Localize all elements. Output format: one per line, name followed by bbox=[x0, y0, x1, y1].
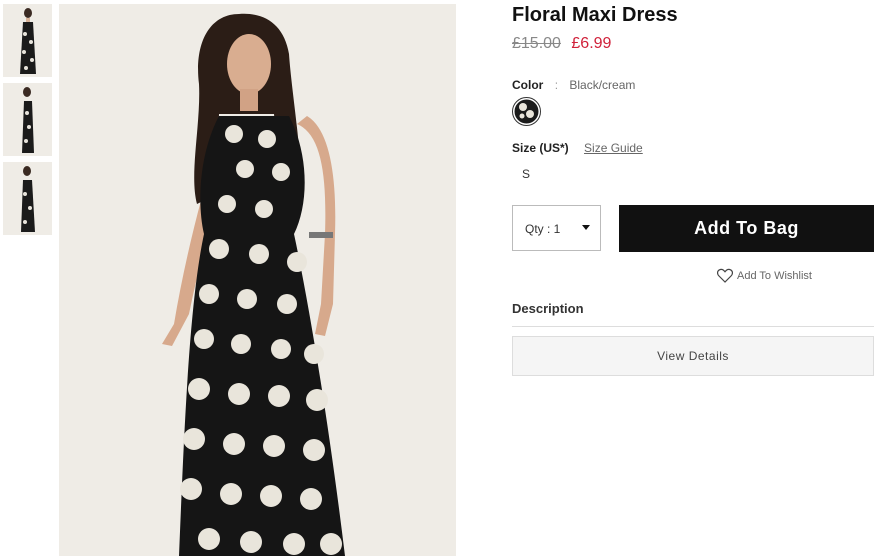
add-to-bag-button[interactable]: Add To Bag bbox=[619, 205, 874, 252]
color-separator: : bbox=[554, 78, 559, 92]
size-option-s[interactable]: S bbox=[522, 167, 530, 181]
color-label: Color bbox=[512, 78, 544, 92]
description-divider bbox=[512, 326, 874, 327]
add-to-wishlist-link[interactable]: Add To Wishlist bbox=[717, 268, 812, 283]
color-row: Color : Black/cream bbox=[512, 78, 635, 92]
size-label: Size (US*) bbox=[512, 141, 569, 155]
caret-down-icon bbox=[582, 225, 590, 230]
size-row: Size (US*) Size Guide bbox=[512, 141, 643, 155]
description-heading: Description bbox=[512, 301, 584, 316]
view-details-button[interactable]: View Details bbox=[512, 336, 874, 376]
sale-price: £6.99 bbox=[571, 35, 612, 52]
quantity-select[interactable]: Qty : 1 bbox=[512, 205, 601, 251]
thumbnail-list bbox=[3, 4, 52, 241]
quantity-label: Qty : 1 bbox=[525, 222, 561, 236]
thumbnail-back[interactable] bbox=[3, 162, 52, 235]
wishlist-label: Add To Wishlist bbox=[737, 269, 812, 282]
product-title: Floral Maxi Dress bbox=[512, 4, 678, 26]
product-main-image[interactable] bbox=[59, 4, 456, 556]
heart-outline-icon bbox=[717, 268, 733, 283]
color-value: Black/cream bbox=[569, 78, 636, 92]
color-swatch-black-cream[interactable] bbox=[512, 97, 541, 126]
thumbnail-front[interactable] bbox=[3, 4, 52, 77]
price-row: £15.00 £6.99 bbox=[512, 35, 611, 53]
original-price: £15.00 bbox=[512, 35, 561, 52]
model-illustration bbox=[162, 13, 345, 556]
thumbnail-side[interactable] bbox=[3, 83, 52, 156]
size-guide-link[interactable]: Size Guide bbox=[584, 141, 643, 155]
